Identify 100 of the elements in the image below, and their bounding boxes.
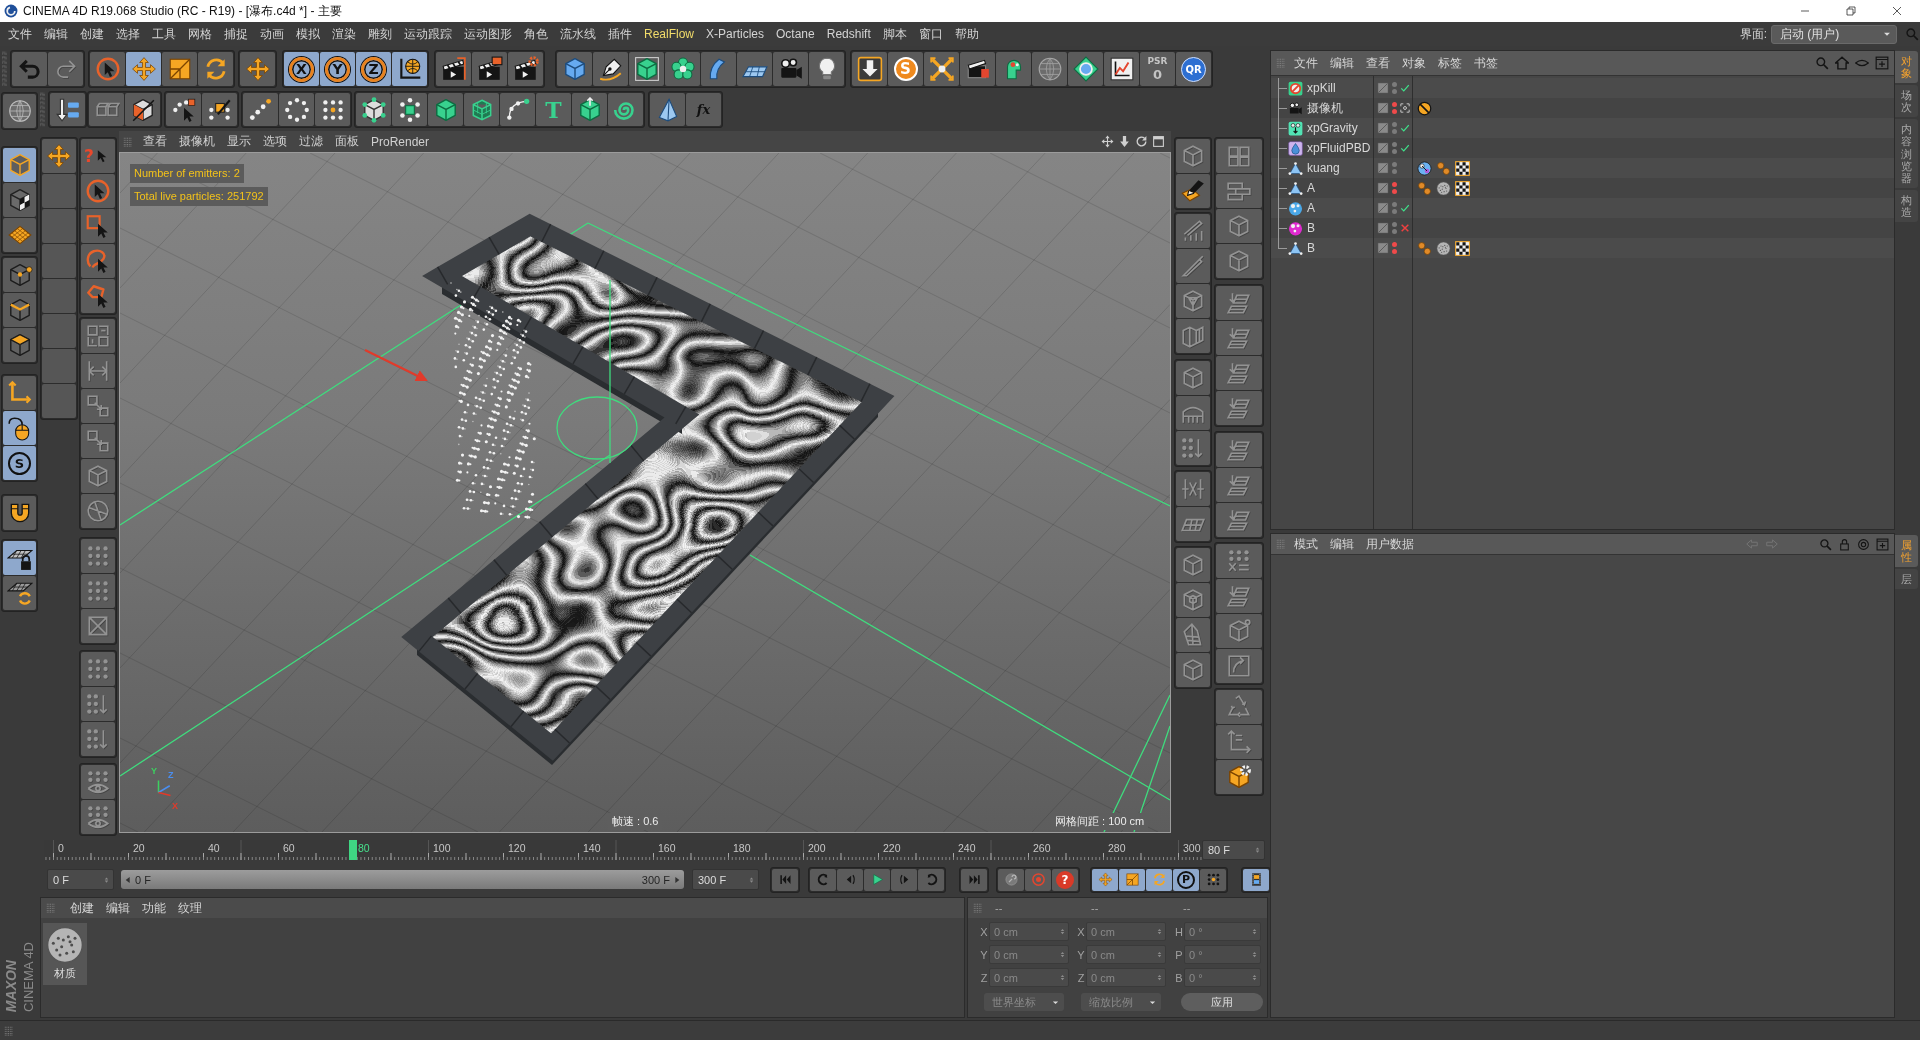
menu-item[interactable]: 查看 (1360, 54, 1396, 72)
visibility-dot[interactable] (1392, 202, 1397, 207)
object-row[interactable]: xpKill (1271, 78, 1894, 98)
side-tab[interactable]: 构造 (1895, 189, 1918, 223)
playback-button[interactable] (998, 868, 1024, 891)
visibility-dot[interactable] (1392, 242, 1397, 247)
visibility-dot[interactable] (1392, 162, 1397, 167)
menu-item[interactable]: 捕捉 (218, 25, 254, 43)
visibility-dot[interactable] (1392, 249, 1397, 254)
menu-item[interactable]: 工具 (146, 25, 182, 43)
playback-button[interactable] (1119, 868, 1145, 891)
side-tab[interactable]: 属性 (1895, 535, 1918, 568)
menu-item[interactable]: RealFlow (638, 27, 700, 41)
visibility-dot[interactable] (1392, 129, 1397, 134)
toolbar-button[interactable]: T (536, 93, 571, 126)
side-tab[interactable]: 内容浏览器 (1895, 119, 1918, 188)
playback-button[interactable] (864, 868, 890, 891)
side-tab[interactable]: 对象 (1895, 51, 1918, 84)
menu-item[interactable]: 书签 (1468, 54, 1504, 72)
key-disc-icon[interactable] (1003, 872, 1019, 887)
object-row[interactable]: kuang (1271, 158, 1894, 178)
menu-item[interactable]: 显示 (221, 133, 257, 150)
menu-item[interactable]: 编辑 (1324, 535, 1360, 553)
end-frame-field[interactable]: 300 F (692, 869, 759, 890)
object-row[interactable]: xpGravity (1271, 118, 1894, 138)
menu-item[interactable]: 面板 (329, 133, 365, 150)
search-icon[interactable] (1819, 537, 1832, 551)
toolbar-button[interactable]: QR (1176, 52, 1211, 86)
menu-item[interactable]: 渲染 (326, 25, 362, 43)
toolbar-button[interactable]: X (284, 52, 319, 86)
menu-item[interactable]: 创建 (64, 899, 100, 917)
tool-button[interactable]: S (3, 446, 36, 480)
playback-button[interactable] (1092, 868, 1118, 891)
menu-item[interactable]: 选项 (257, 133, 293, 150)
menu-item[interactable]: 帮助 (948, 25, 985, 43)
current-frame-field[interactable]: 80 F (1202, 839, 1265, 860)
menu-item[interactable]: 网格 (182, 25, 218, 43)
menu-item[interactable]: 模式 (1288, 535, 1324, 553)
toolbar-button[interactable]: Z (356, 52, 391, 86)
visibility-dot[interactable] (1392, 89, 1397, 94)
menu-item[interactable]: ProRender (365, 134, 436, 149)
menu-item[interactable]: 流水线 (554, 25, 602, 43)
side-tab[interactable]: 层 (1895, 569, 1918, 590)
window-frame-icon[interactable] (1152, 135, 1165, 148)
menu-item[interactable]: 过滤 (293, 133, 329, 150)
new-window-icon[interactable] (1876, 537, 1889, 551)
toolbar-button[interactable]: Y (320, 52, 355, 86)
menu-item[interactable]: 查看 (137, 133, 173, 150)
menu-item[interactable]: Octane (770, 27, 821, 41)
menu-item[interactable]: 编辑 (1324, 54, 1360, 72)
menu-item[interactable]: 雕刻 (362, 25, 398, 43)
rotate-ring-icon[interactable] (1135, 135, 1148, 148)
object-row[interactable]: A (1271, 198, 1894, 218)
object-row[interactable]: B (1271, 238, 1894, 258)
frame-range-track[interactable]: 0 F 300 F (121, 870, 684, 889)
record-icon[interactable] (1030, 872, 1046, 887)
visibility-dot[interactable] (1392, 222, 1397, 227)
skip-start-icon[interactable] (777, 872, 793, 887)
visibility-dot[interactable] (1392, 109, 1397, 114)
visibility-dot[interactable] (1392, 189, 1397, 194)
menu-item[interactable]: 标签 (1432, 54, 1468, 72)
playback-button[interactable]: P (1173, 868, 1199, 891)
visibility-dot[interactable] (1392, 229, 1397, 234)
playback-button[interactable] (1146, 868, 1172, 891)
menu-item[interactable]: 摄像机 (173, 133, 221, 150)
eye-ring-icon[interactable] (1857, 537, 1870, 551)
menu-item[interactable]: 纹理 (172, 899, 208, 917)
side-tab[interactable]: 场次 (1895, 85, 1918, 118)
menu-item[interactable]: 功能 (136, 899, 172, 917)
menu-item[interactable]: 对象 (1396, 54, 1432, 72)
menu-item[interactable]: 编辑 (100, 899, 136, 917)
new-window-icon[interactable] (1875, 56, 1889, 70)
visibility-dot[interactable] (1392, 142, 1397, 147)
home-icon[interactable] (1835, 56, 1849, 70)
search-icon[interactable] (1815, 56, 1829, 70)
menu-item[interactable]: 编辑 (38, 25, 74, 43)
visibility-dot[interactable] (1392, 169, 1397, 174)
menu-item[interactable]: 选择 (110, 25, 146, 43)
visibility-dot[interactable] (1392, 82, 1397, 87)
menu-item[interactable]: 文件 (2, 25, 38, 43)
search-icon[interactable] (1905, 27, 1919, 41)
toolbar-button[interactable]: PSR 0 (1140, 52, 1175, 86)
menu-item[interactable]: 文件 (1288, 54, 1324, 72)
visibility-dot[interactable] (1392, 182, 1397, 187)
visibility-dot[interactable] (1392, 209, 1397, 214)
playback-button[interactable] (1025, 868, 1051, 891)
dot-matrix-icon[interactable] (1205, 872, 1221, 887)
move-arrows-icon[interactable] (1101, 135, 1114, 148)
menu-item[interactable]: 运动图形 (458, 25, 518, 43)
start-frame-field[interactable]: 0 F (47, 869, 114, 890)
menu-item[interactable]: 用户数据 (1360, 535, 1420, 553)
menu-item[interactable]: Redshift (820, 27, 877, 41)
timeline-ruler[interactable]: 0 20 40 60 80 100 120 140 160 180 200 220 240 260 280 300 (44, 839, 1202, 860)
down-arrow-icon[interactable] (1118, 135, 1131, 148)
material-tile[interactable]: 材质 (43, 923, 87, 985)
menu-item[interactable]: 窗口 (912, 25, 949, 43)
visibility-dot[interactable] (1392, 122, 1397, 127)
menu-item[interactable]: 脚本 (876, 25, 913, 43)
layout-dropdown[interactable]: 启动 (用户) (1771, 24, 1897, 44)
menu-item[interactable]: 模拟 (290, 25, 326, 43)
